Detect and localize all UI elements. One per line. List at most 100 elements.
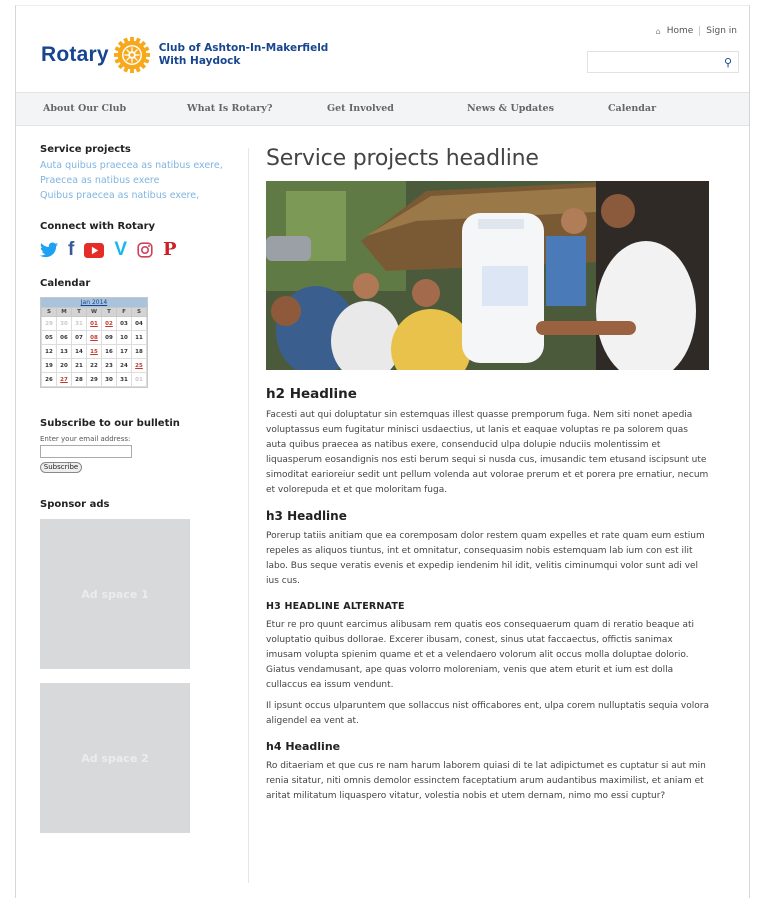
nav-get-involved[interactable]: Get Involved	[327, 103, 394, 114]
twitter-icon[interactable]	[40, 242, 58, 258]
calendar-day: 13	[56, 344, 72, 359]
club-name-line1: Club of Ashton-In-Makerfield	[158, 42, 329, 54]
h4-headline: h4 Headline	[266, 740, 341, 754]
column-divider	[248, 148, 249, 883]
calendar-day: 30	[101, 372, 117, 387]
link-separator	[699, 26, 701, 36]
calendar-day: 28	[71, 372, 87, 387]
calendar-day: 16	[101, 344, 117, 359]
nav-news-updates[interactable]: News & Updates	[467, 103, 554, 114]
nav-calendar[interactable]: Calendar	[608, 103, 656, 114]
calendar-day: 29	[41, 316, 57, 331]
vimeo-icon[interactable]: V	[114, 240, 127, 260]
calendar-day: 26	[41, 372, 57, 387]
calendar-day: 14	[71, 344, 87, 359]
calendar-week: 19 20 21 22 23 24 25	[41, 358, 147, 373]
calendar-weekday: M	[56, 307, 72, 317]
sidebar: Service projects Auta quibus praecea as …	[40, 144, 230, 833]
calendar-day: 30	[56, 316, 72, 331]
social-links: f V P	[40, 240, 230, 260]
email-label: Enter your email address:	[40, 435, 131, 443]
calendar-month[interactable]: Jan 2014	[41, 298, 147, 307]
rotary-logo[interactable]: Rotary Club of Ashton-In-Makerfield With…	[41, 36, 328, 74]
nav-about-our-club[interactable]: About Our Club	[43, 103, 126, 114]
body-paragraph: Porerup tatiis anitiam que ea coremposam…	[266, 531, 705, 587]
facebook-icon[interactable]: f	[68, 240, 74, 260]
h3-headline: h3 Headline	[266, 509, 347, 524]
search-input[interactable]: ⚲	[587, 51, 739, 73]
calendar-weekday: T	[101, 307, 117, 317]
nav-what-is-rotary[interactable]: What Is Rotary?	[187, 103, 272, 114]
pinterest-icon[interactable]: P	[163, 240, 177, 260]
calendar-week: 12 13 14 15 16 17 18	[41, 344, 147, 359]
calendar-day: 31	[116, 372, 132, 387]
ad-space-2[interactable]: Ad space 2	[40, 683, 190, 833]
rotary-wheel-icon	[113, 36, 150, 74]
calendar-day: 07	[71, 330, 87, 345]
subscribe-heading: Subscribe to our bulletin	[40, 418, 180, 429]
calendar-day: 19	[41, 358, 57, 373]
body-paragraph: Facesti aut qui doluptatur sin estemquas…	[266, 410, 709, 495]
calendar-week: 26 27 28 29 30 31 01	[41, 372, 147, 387]
service-link[interactable]: Praecea as natibus exere	[40, 173, 230, 188]
calendar-day: 17	[116, 344, 132, 359]
instagram-icon[interactable]	[137, 242, 153, 258]
calendar-day: 04	[131, 316, 147, 331]
ad-space-1[interactable]: Ad space 1	[40, 519, 190, 669]
email-field[interactable]	[40, 445, 132, 458]
body-paragraph: Etur re pro quunt earcimus alibusam rem …	[266, 620, 695, 690]
logo-wordmark: Rotary	[41, 43, 109, 66]
calendar-day: 11	[131, 330, 147, 345]
h3-headline-alternate: H3 HEADLINE ALTERNATE	[266, 601, 405, 613]
calendar-day: 22	[86, 358, 102, 373]
calendar-day: 18	[131, 344, 147, 359]
calendar-day: 23	[101, 358, 117, 373]
site-header: Rotary Club of Ashton-In-Makerfield With…	[16, 6, 749, 92]
club-name-line2: With Haydock	[158, 55, 241, 67]
calendar-weekday: S	[131, 307, 147, 317]
h2-headline: h2 Headline	[266, 386, 357, 402]
youtube-icon[interactable]	[84, 242, 105, 258]
mini-calendar: Jan 2014 SMTWTFS 29 30 31 01 02 03 04 05 06 07 08 0…	[40, 297, 148, 388]
calendar-day: 24	[116, 358, 132, 373]
sign-in-link[interactable]: Sign in	[706, 26, 737, 36]
calendar-day[interactable]: 01	[86, 316, 102, 331]
utility-links: ⌂ Home Sign in	[656, 26, 737, 36]
main-nav: About Our Club What Is Rotary? Get Invol…	[16, 92, 749, 126]
search-icon[interactable]: ⚲	[724, 56, 732, 69]
body-paragraph: Ro ditaeriam et que cus re nam harum lab…	[266, 761, 706, 802]
connect-heading: Connect with Rotary	[40, 221, 156, 232]
service-link[interactable]: Quibus praecea as natibus exere,	[40, 188, 230, 203]
calendar-day: 20	[56, 358, 72, 373]
club-name: Club of Ashton-In-Makerfield With Haydoc…	[159, 42, 329, 68]
calendar-day: 12	[41, 344, 57, 359]
service-link[interactable]: Auta quibus praecea as natibus exere,	[40, 158, 230, 173]
body-paragraph: Il ipsunt occus ulparuntem que sollaccus…	[266, 700, 709, 726]
calendar-day[interactable]: 27	[56, 372, 72, 387]
calendar-day: 10	[116, 330, 132, 345]
hero-photo	[266, 181, 709, 370]
subscribe-button[interactable]: Subscribe	[40, 462, 82, 473]
main-content: Service projects headline h2 Headline Fa…	[266, 146, 711, 804]
calendar-day: 21	[71, 358, 87, 373]
calendar-day[interactable]: 25	[131, 358, 147, 373]
sponsor-ads-heading: Sponsor ads	[40, 499, 110, 510]
calendar-day: 09	[101, 330, 117, 345]
calendar-heading: Calendar	[40, 278, 91, 289]
calendar-day: 31	[71, 316, 87, 331]
calendar-day: 03	[116, 316, 132, 331]
home-link[interactable]: Home	[667, 26, 694, 36]
calendar-day: 06	[56, 330, 72, 345]
calendar-weekday: F	[116, 307, 132, 317]
service-projects-heading: Service projects	[40, 144, 131, 155]
calendar-weekday: W	[86, 307, 102, 317]
calendar-day[interactable]: 08	[86, 330, 102, 345]
calendar-day: 29	[86, 372, 102, 387]
calendar-day[interactable]: 02	[101, 316, 117, 331]
calendar-day: 05	[41, 330, 57, 345]
page-title: Service projects headline	[266, 146, 539, 171]
calendar-grid: SMTWTFS 29 30 31 01 02 03 04 05 06 07 08 09 10 11 12 13…	[41, 307, 147, 387]
calendar-day[interactable]: 15	[86, 344, 102, 359]
home-icon: ⌂	[655, 26, 661, 36]
calendar-weekday: T	[71, 307, 87, 317]
